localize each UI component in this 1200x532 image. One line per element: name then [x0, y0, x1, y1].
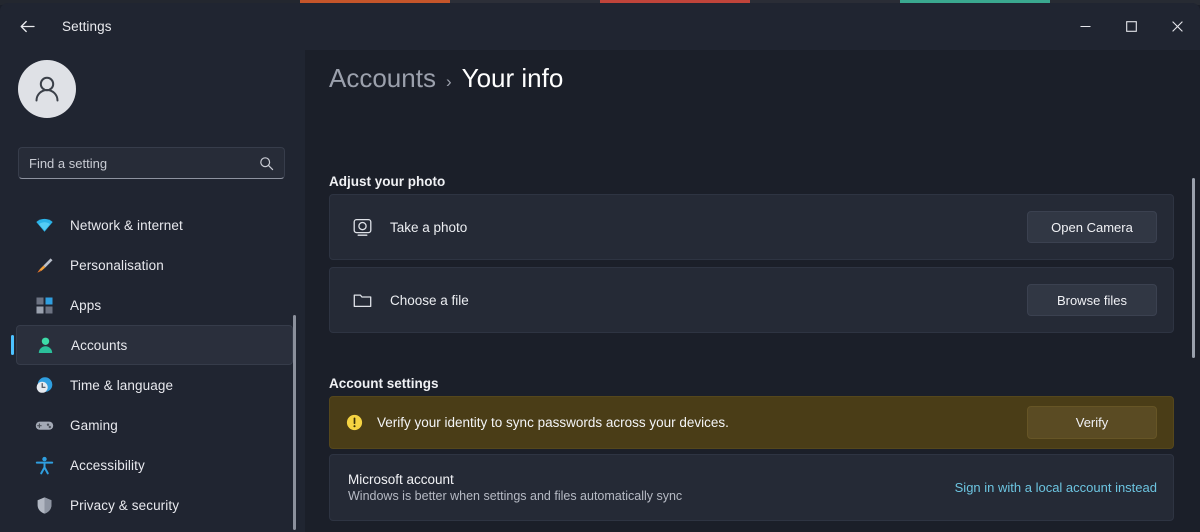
window-controls: [1062, 3, 1200, 50]
sign-in-local-account-link[interactable]: Sign in with a local account instead: [955, 480, 1157, 495]
maximize-button[interactable]: [1108, 3, 1154, 50]
verify-button[interactable]: Verify: [1027, 406, 1157, 439]
person-icon: [31, 336, 59, 355]
search-icon: [259, 156, 274, 171]
close-button[interactable]: [1154, 3, 1200, 50]
apps-grid-icon: [30, 296, 58, 315]
sidebar-item-accounts[interactable]: Accounts: [11, 325, 293, 365]
sidebar-item-label: Privacy & security: [70, 497, 180, 513]
open-camera-button[interactable]: Open Camera: [1027, 211, 1157, 243]
paintbrush-icon: [30, 256, 58, 275]
verify-identity-banner: Verify your identity to sync passwords a…: [329, 396, 1174, 449]
sidebar-item-label: Personalisation: [70, 257, 164, 273]
sidebar-item-gaming[interactable]: Gaming: [16, 405, 293, 445]
sidebar: Network & internet Personalisation: [0, 50, 305, 532]
search-box[interactable]: [18, 147, 285, 179]
microsoft-account-subtitle: Windows is better when settings and file…: [348, 489, 683, 503]
section-title-account-settings: Account settings: [329, 376, 439, 391]
minimize-icon: [1080, 25, 1090, 28]
microsoft-account-text: Microsoft account Windows is better when…: [348, 472, 682, 503]
window-title: Settings: [62, 19, 112, 34]
take-a-photo-label: Take a photo: [390, 219, 468, 235]
verify-identity-message: Verify your identity to sync passwords a…: [377, 415, 729, 430]
sidebar-item-network-internet[interactable]: Network & internet: [16, 205, 293, 245]
close-icon: [1171, 21, 1183, 32]
sidebar-item-label: Gaming: [70, 417, 118, 433]
wifi-icon: [30, 216, 58, 235]
choose-a-file-row: Choose a file Browse files: [329, 267, 1174, 333]
sidebar-nav: Network & internet Personalisation Apps …: [0, 205, 305, 532]
microsoft-account-title: Microsoft account: [348, 472, 454, 487]
sidebar-item-label: Time & language: [70, 377, 174, 393]
arrow-left-icon: [20, 20, 35, 33]
sidebar-item-label: Accessibility: [70, 457, 145, 473]
title-bar: Settings: [0, 3, 1200, 50]
clock-globe-icon: [30, 376, 58, 395]
back-button[interactable]: [10, 10, 44, 44]
sidebar-item-label: Apps: [70, 297, 102, 313]
warning-circle-icon: [346, 414, 363, 431]
maximize-icon: [1125, 21, 1137, 32]
browse-files-button[interactable]: Browse files: [1027, 284, 1157, 316]
folder-icon: [348, 290, 376, 311]
breadcrumb-parent[interactable]: Accounts: [329, 63, 436, 94]
chevron-right-icon: ›: [445, 72, 452, 91]
accessibility-icon: [30, 456, 58, 475]
content-pane: Accounts › Your info Adjust your photo T…: [305, 50, 1200, 532]
minimize-button[interactable]: [1062, 3, 1108, 50]
content-scrollbar[interactable]: [1192, 178, 1195, 358]
choose-a-file-label: Choose a file: [390, 292, 469, 308]
section-title-adjust-photo: Adjust your photo: [329, 174, 446, 189]
search-input[interactable]: [19, 155, 259, 171]
user-avatar-icon: [35, 76, 59, 102]
breadcrumb: Accounts › Your info: [329, 63, 563, 94]
sidebar-scrollbar[interactable]: [293, 315, 296, 530]
sidebar-item-time-language[interactable]: Time & language: [16, 365, 293, 405]
sidebar-item-privacy-security[interactable]: Privacy & security: [16, 485, 293, 525]
take-a-photo-row: Take a photo Open Camera: [329, 194, 1174, 260]
sidebar-item-accessibility[interactable]: Accessibility: [16, 445, 293, 485]
sidebar-item-apps[interactable]: Apps: [16, 285, 293, 325]
sidebar-item-personalisation[interactable]: Personalisation: [16, 245, 293, 285]
sidebar-item-label: Accounts: [71, 337, 128, 353]
camera-icon: [348, 217, 376, 238]
page-title: Your info: [461, 63, 564, 93]
avatar[interactable]: [18, 60, 76, 118]
shield-icon: [30, 496, 58, 515]
microsoft-account-row: Microsoft account Windows is better when…: [329, 454, 1174, 521]
sidebar-item-label: Network & internet: [70, 217, 183, 233]
settings-window: Settings Find a setting Network & intern…: [0, 3, 1200, 532]
gamepad-icon: [30, 416, 58, 435]
